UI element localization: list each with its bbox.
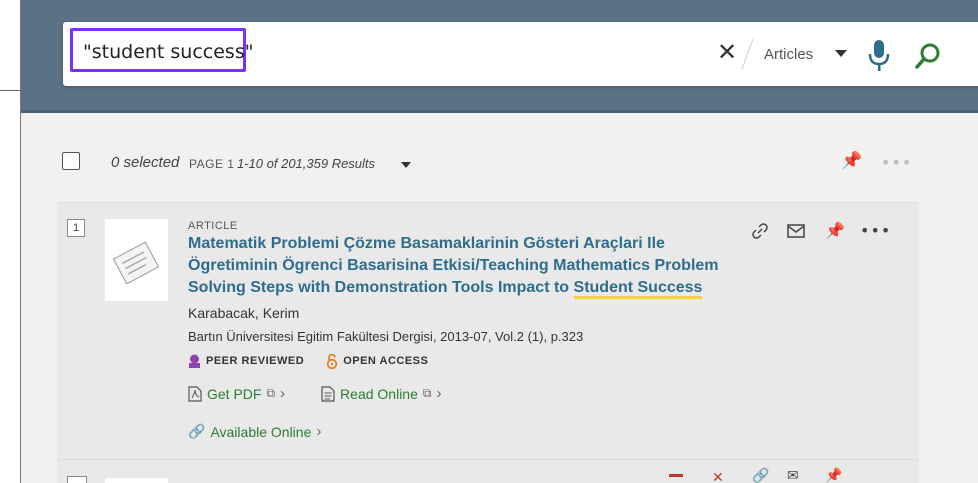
search-query-text: "student success" <box>83 41 254 63</box>
result-links: Get PDF ⧉ › Read Online ⧉ › <box>188 385 477 402</box>
search-input[interactable]: "student success" <box>70 28 254 72</box>
result-title-link[interactable]: Matematik Problemi Çözme Basamaklarinin … <box>188 233 758 299</box>
pin-icon[interactable]: 📌 <box>825 221 845 240</box>
chevron-right-icon: › <box>436 385 442 402</box>
selected-count: 0 selected <box>111 154 180 171</box>
chevron-right-icon: › <box>316 423 322 440</box>
chevron-down-icon[interactable] <box>835 50 847 57</box>
chevron-down-icon[interactable] <box>401 162 411 168</box>
external-link-icon: ⧉ <box>422 386 432 400</box>
result-source: Bartın Üniversitesi Egitim Fakültesi Der… <box>188 329 584 344</box>
more-options-icon[interactable]: ••• <box>881 153 912 172</box>
more-options-icon[interactable]: ••• <box>860 221 891 240</box>
result-card: 1 ARTICLE Matematik Problemi Çözme Basam… <box>57 202 919 460</box>
clear-search-button[interactable]: ✕ <box>715 40 739 64</box>
result-number[interactable] <box>67 476 87 483</box>
read-online-label: Read Online <box>340 385 418 402</box>
permalink-icon[interactable] <box>752 223 768 239</box>
get-pdf-label: Get PDF <box>207 385 262 402</box>
results-toolbar: 0 selected PAGE 1 1-10 of 201,359 Result… <box>21 138 978 178</box>
document-thumbnail-icon <box>105 219 168 301</box>
peer-reviewed-badge: PEER REVIEWED <box>206 355 305 367</box>
result-title-highlight: Student Success <box>573 279 703 299</box>
search-header: "student success" ✕ Articles <box>21 0 978 113</box>
select-all-checkbox[interactable] <box>62 152 80 170</box>
chevron-right-icon: › <box>280 385 286 402</box>
divider <box>741 38 754 70</box>
pdf-icon <box>188 385 202 402</box>
read-online-link[interactable]: Read Online ⧉ › <box>321 385 441 402</box>
availability-label: Available Online <box>210 423 312 440</box>
search-results-page: "student success" ✕ Articles 0 selected … <box>20 0 978 483</box>
open-access-icon <box>326 353 338 369</box>
peer-reviewed-icon <box>189 354 200 368</box>
document-icon <box>321 385 335 402</box>
overlay-guide-line-horizontal <box>0 90 20 91</box>
permalink-icon[interactable]: 🔗 <box>752 468 769 483</box>
document-thumbnail-icon <box>105 478 168 483</box>
close-icon: ✕ <box>712 470 724 483</box>
email-icon[interactable]: ✉ <box>787 468 799 483</box>
result-type: ARTICLE <box>188 220 238 232</box>
search-icon[interactable] <box>914 42 942 70</box>
search-bar: "student success" ✕ Articles <box>63 22 978 86</box>
result-number[interactable]: 1 <box>67 219 85 237</box>
warning-icon <box>669 474 683 483</box>
availability-link[interactable]: 🔗 Available Online › <box>188 423 321 440</box>
result-card-next: ✕ 🔗 ✉ 📌 <box>57 459 919 483</box>
scope-select[interactable]: Articles <box>764 46 813 63</box>
microphone-icon[interactable] <box>867 38 891 72</box>
results-range[interactable]: 1-10 of 201,359 Results <box>237 156 375 171</box>
open-access-badge: OPEN ACCESS <box>343 355 429 367</box>
result-badges: PEER REVIEWED OPEN ACCESS <box>188 352 428 370</box>
result-author[interactable]: Karabacak, Kerim <box>188 305 299 321</box>
pin-icon[interactable]: 📌 <box>841 151 862 171</box>
page-indicator: PAGE 1 <box>189 157 235 171</box>
get-pdf-link[interactable]: Get PDF ⧉ › <box>188 385 285 402</box>
email-icon[interactable] <box>787 224 805 238</box>
external-link-icon: ⧉ <box>266 386 276 400</box>
link-icon: 🔗 <box>188 423 206 439</box>
pin-icon[interactable]: 📌 <box>825 468 842 483</box>
